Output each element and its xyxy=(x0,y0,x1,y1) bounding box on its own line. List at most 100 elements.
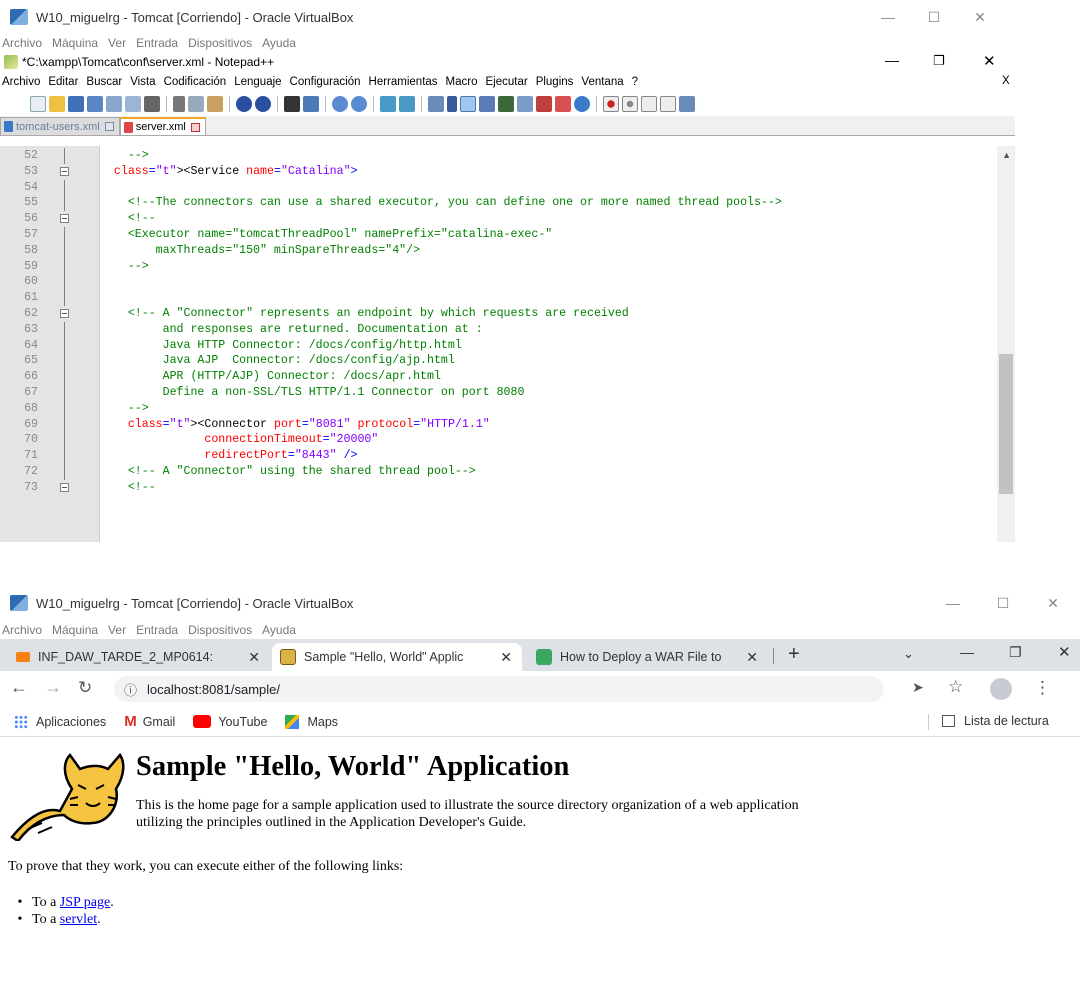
copy-icon[interactable] xyxy=(188,96,204,112)
undo-icon[interactable] xyxy=(236,96,252,112)
menu-item[interactable]: Vista xyxy=(130,76,155,88)
vertical-scrollbar[interactable]: ▲ xyxy=(997,146,1015,542)
menu-item[interactable]: Máquina xyxy=(52,623,98,637)
tab-sample-hello-world[interactable]: Sample "Hello, World" Applic ✕ xyxy=(272,643,522,671)
tab-close-icon[interactable]: ✕ xyxy=(746,649,758,666)
show-all-chars-icon[interactable] xyxy=(447,96,457,112)
close-icon[interactable]: ✕ xyxy=(1028,595,1078,612)
bookmark-apps[interactable]: Aplicaciones xyxy=(14,714,106,729)
menu-item[interactable]: Ayuda xyxy=(262,36,296,50)
fold-toggle-icon[interactable] xyxy=(60,166,69,176)
play-macro-icon[interactable] xyxy=(641,96,657,112)
doc-map-icon[interactable] xyxy=(498,96,514,112)
replace-icon[interactable] xyxy=(303,96,319,112)
menu-item[interactable]: Codificación xyxy=(164,76,227,88)
menu-item[interactable]: Entrada xyxy=(136,623,178,637)
maximize-icon[interactable]: ☐ xyxy=(911,9,957,26)
bookmark-maps[interactable]: Maps xyxy=(285,714,338,729)
menu-item[interactable]: Herramientas xyxy=(369,76,438,88)
chrome-close-icon[interactable]: ✕ xyxy=(1058,643,1071,661)
npp-close-icon[interactable]: ✕ xyxy=(983,52,996,70)
open-file-icon[interactable] xyxy=(49,96,65,112)
url-text[interactable]: localhost:8081/sample/ xyxy=(147,682,280,697)
reload-icon[interactable]: ↻ xyxy=(78,678,92,698)
tab-inf-daw[interactable]: INF_DAW_TARDE_2_MP0614: ✕ xyxy=(8,643,270,671)
menu-item[interactable]: Lenguaje xyxy=(234,76,281,88)
menu-item[interactable]: Ventana xyxy=(581,76,623,88)
sync-vertical-icon[interactable] xyxy=(380,96,396,112)
menu-item[interactable]: Archivo xyxy=(2,76,40,88)
minimize-icon[interactable]: — xyxy=(928,595,978,611)
address-bar[interactable]: ⓘ localhost:8081/sample/ xyxy=(114,676,884,702)
profile-avatar[interactable] xyxy=(990,678,1012,700)
close-all-icon[interactable] xyxy=(125,96,141,112)
tab-search-icon[interactable]: ⌄ xyxy=(903,646,914,662)
indent-guide-icon[interactable] xyxy=(460,96,476,112)
folder-workspace-icon[interactable] xyxy=(536,96,552,112)
save-macro-icon[interactable] xyxy=(679,96,695,112)
zoom-out-icon[interactable] xyxy=(351,96,367,112)
save-icon[interactable] xyxy=(68,96,84,112)
chrome-minimize-icon[interactable]: — xyxy=(960,644,974,660)
npp-close-document-icon[interactable]: X xyxy=(1002,75,1010,87)
monitoring-icon[interactable] xyxy=(555,96,571,112)
menu-item[interactable]: Ejecutar xyxy=(486,76,528,88)
tab-tomcat-users[interactable]: tomcat-users.xml xyxy=(0,117,120,135)
forward-icon[interactable]: → xyxy=(44,677,62,698)
function-list-icon[interactable] xyxy=(517,96,533,112)
eye-icon[interactable] xyxy=(574,96,590,112)
menu-item[interactable]: Configuración xyxy=(290,76,361,88)
menu-item[interactable]: Entrada xyxy=(136,36,178,50)
servlet-link[interactable]: servlet xyxy=(60,912,97,927)
cut-icon[interactable] xyxy=(173,96,185,112)
paste-icon[interactable] xyxy=(207,96,223,112)
tab-close-icon[interactable]: ✕ xyxy=(248,649,260,666)
npp-minimize-icon[interactable]: — xyxy=(885,52,899,68)
send-icon[interactable]: ➤ xyxy=(912,679,924,696)
udl-icon[interactable] xyxy=(479,96,495,112)
redo-icon[interactable] xyxy=(255,96,271,112)
tab-close-icon[interactable]: ✕ xyxy=(500,649,512,666)
menu-item[interactable]: Archivo xyxy=(2,623,42,637)
sync-horizontal-icon[interactable] xyxy=(399,96,415,112)
menu-item[interactable]: Buscar xyxy=(86,76,122,88)
bookmark-youtube[interactable]: YouTube xyxy=(193,715,267,729)
menu-item[interactable]: Editar xyxy=(48,76,78,88)
tab-server-xml[interactable]: server.xml xyxy=(119,117,206,135)
bookmark-gmail[interactable]: M Gmail xyxy=(124,713,175,730)
fold-toggle-icon[interactable] xyxy=(60,482,69,492)
new-file-icon[interactable] xyxy=(30,96,46,112)
save-all-icon[interactable] xyxy=(87,96,103,112)
word-wrap-icon[interactable] xyxy=(428,96,444,112)
code-editor[interactable]: 52 --> 53 class="t"><Service name="Catali… xyxy=(0,146,1015,542)
jsp-page-link[interactable]: JSP page xyxy=(60,895,110,910)
record-macro-icon[interactable] xyxy=(603,96,619,112)
fold-toggle-icon[interactable] xyxy=(60,309,69,318)
fold-toggle-icon[interactable] xyxy=(60,214,69,224)
zoom-in-icon[interactable] xyxy=(332,96,348,112)
chrome-restore-icon[interactable]: ❐ xyxy=(1009,644,1022,661)
npp-restore-icon[interactable]: ❐ xyxy=(933,53,945,69)
maximize-icon[interactable]: ☐ xyxy=(978,595,1028,612)
close-icon[interactable]: ✕ xyxy=(957,9,1003,26)
back-icon[interactable]: ← xyxy=(10,677,28,698)
menu-item[interactable]: Dispositivos xyxy=(188,36,252,50)
minimize-icon[interactable]: — xyxy=(865,9,911,25)
menu-item[interactable]: ? xyxy=(632,76,638,88)
menu-item[interactable]: Ayuda xyxy=(262,623,296,637)
menu-item[interactable]: Máquina xyxy=(52,36,98,50)
stop-macro-icon[interactable] xyxy=(622,96,638,112)
menu-item[interactable]: Ver xyxy=(108,623,126,637)
menu-icon[interactable]: ⋮ xyxy=(1034,678,1051,698)
close-file-icon[interactable] xyxy=(106,96,122,112)
print-icon[interactable] xyxy=(144,96,160,112)
run-macro-multiple-icon[interactable] xyxy=(660,96,676,112)
find-icon[interactable] xyxy=(284,96,300,112)
tab-close-icon[interactable] xyxy=(190,122,200,132)
menu-item[interactable]: Macro xyxy=(446,76,478,88)
bookmark-star-icon[interactable]: ☆ xyxy=(948,677,963,697)
scroll-up-icon[interactable]: ▲ xyxy=(1002,150,1011,160)
scrollbar-thumb[interactable] xyxy=(999,354,1013,494)
tab-close-icon[interactable] xyxy=(104,122,114,131)
menu-item[interactable]: Dispositivos xyxy=(188,623,252,637)
